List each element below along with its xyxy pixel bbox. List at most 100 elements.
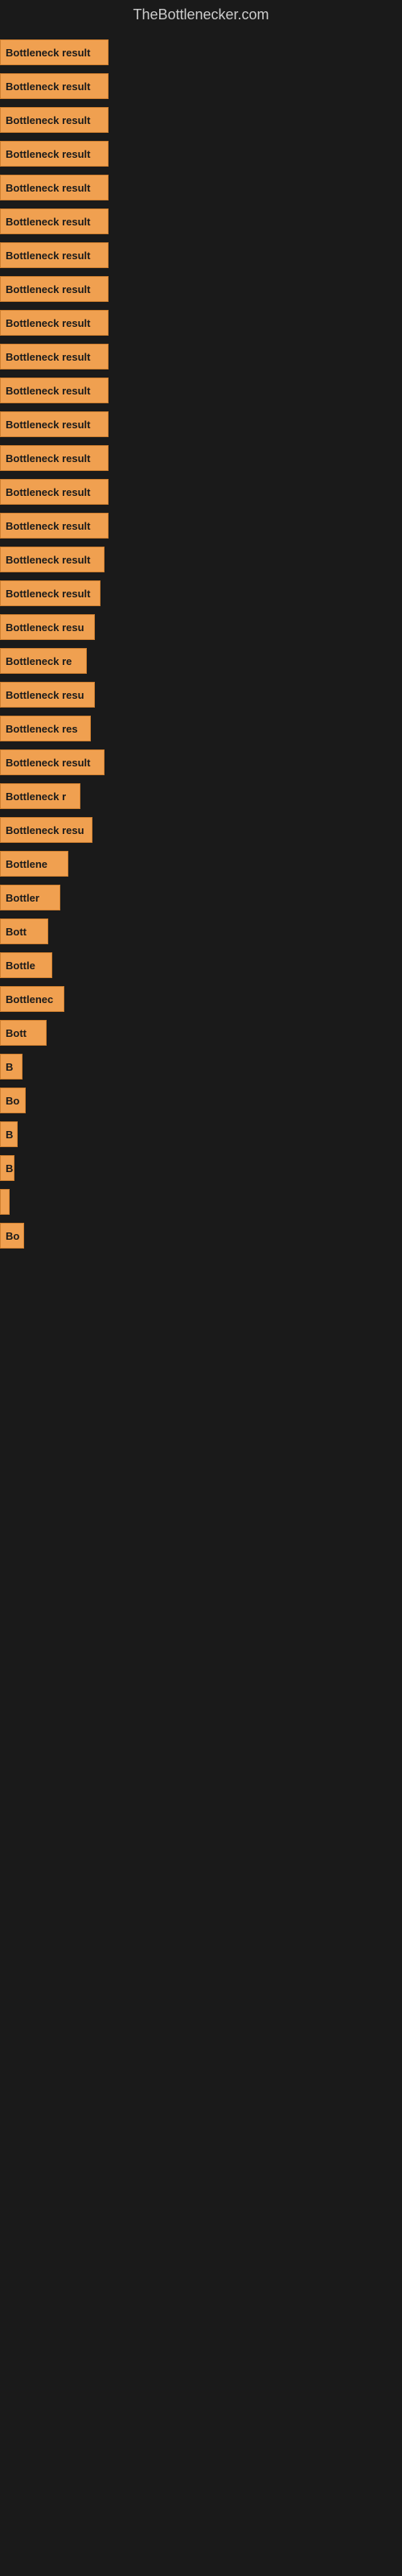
bar-item[interactable]: B	[0, 1155, 14, 1181]
bar-label: Bottleneck result	[6, 486, 90, 498]
bar-item[interactable]: Bottleneck result	[0, 141, 109, 167]
bar-item[interactable]: Bottleneck result	[0, 749, 105, 775]
bar-item[interactable]: Bottleneck result	[0, 39, 109, 65]
bar-label: Bottleneck result	[6, 351, 90, 363]
bar-label: Bottler	[6, 892, 39, 904]
bar-row: Bottler	[0, 883, 402, 912]
bar-label: Bottleneck result	[6, 47, 90, 59]
bar-item[interactable]	[0, 1189, 10, 1215]
bar-item[interactable]: Bott	[0, 1020, 47, 1046]
bar-row: Bottleneck re	[0, 646, 402, 675]
bar-row: Bo	[0, 1221, 402, 1250]
bar-label: Bottleneck resu	[6, 824, 84, 836]
bar-row: Bottleneck result	[0, 139, 402, 168]
bar-label: B	[6, 1162, 13, 1174]
site-title-text: TheBottlenecker.com	[133, 6, 269, 23]
bar-item[interactable]: Bottleneck result	[0, 175, 109, 200]
bars-container: Bottleneck result Bottleneck result Bottle…	[0, 30, 402, 1263]
bar-row: Bottlene	[0, 849, 402, 878]
bar-item[interactable]: Bottlenec	[0, 986, 64, 1012]
bar-row: Bottleneck result	[0, 748, 402, 777]
bar-row: Bottleneck result	[0, 241, 402, 270]
bar-item[interactable]: Bottleneck resu	[0, 682, 95, 708]
bar-label: B	[6, 1129, 13, 1141]
bar-row: Bottleneck result	[0, 342, 402, 371]
bar-label: Bottleneck result	[6, 114, 90, 126]
bar-row: Bottleneck r	[0, 782, 402, 811]
bar-row: Bottleneck result	[0, 579, 402, 608]
bar-item[interactable]: Bottleneck result	[0, 479, 109, 505]
bar-item[interactable]: Bottleneck result	[0, 547, 105, 572]
bar-label: Bottleneck resu	[6, 621, 84, 634]
bar-row: Bottleneck result	[0, 410, 402, 439]
bar-item[interactable]: Bottleneck result	[0, 411, 109, 437]
bar-item[interactable]: Bottleneck r	[0, 783, 80, 809]
bar-item[interactable]: Bottleneck result	[0, 580, 100, 606]
bar-item[interactable]: Bottlene	[0, 851, 68, 877]
bar-row: Bottleneck result	[0, 207, 402, 236]
bar-item[interactable]: B	[0, 1054, 23, 1080]
bar-label: Bottleneck result	[6, 554, 90, 566]
bar-item[interactable]: Bottleneck result	[0, 242, 109, 268]
bar-label: Bott	[6, 926, 27, 938]
bar-item[interactable]: Bottle	[0, 952, 52, 978]
bar-label: Bottleneck result	[6, 520, 90, 532]
bar-item[interactable]: Bottleneck resu	[0, 817, 92, 843]
bar-row: Bottleneck result	[0, 444, 402, 473]
bar-row: B	[0, 1052, 402, 1081]
bar-label: Bottleneck result	[6, 419, 90, 431]
bar-label: Bottleneck result	[6, 452, 90, 464]
bar-label: Bottleneck result	[6, 283, 90, 295]
bar-row	[0, 1187, 402, 1216]
bar-row: Bottleneck resu	[0, 613, 402, 642]
bar-item[interactable]: Bottleneck resu	[0, 614, 95, 640]
bar-item[interactable]: Bottleneck result	[0, 513, 109, 539]
bar-item[interactable]: Bottler	[0, 885, 60, 910]
bar-label: Bottleneck result	[6, 216, 90, 228]
bar-label: B	[6, 1061, 13, 1073]
bar-row: Bottle	[0, 951, 402, 980]
bar-label: Bottleneck result	[6, 148, 90, 160]
bar-label: Bottleneck result	[6, 250, 90, 262]
bar-label: Bottleneck re	[6, 655, 72, 667]
bar-row: Bottleneck resu	[0, 815, 402, 844]
bar-item[interactable]: Bottleneck res	[0, 716, 91, 741]
bar-label: Bottleneck result	[6, 757, 90, 769]
bar-item[interactable]: Bottleneck result	[0, 344, 109, 369]
bar-label: Bottleneck res	[6, 723, 78, 735]
bar-item[interactable]: Bottleneck result	[0, 107, 109, 133]
bar-label: Bottleneck result	[6, 588, 90, 600]
bar-item[interactable]: Bottleneck result	[0, 310, 109, 336]
bar-label: Bottleneck resu	[6, 689, 84, 701]
bar-item[interactable]: Bott	[0, 919, 48, 944]
bar-label: Bottlene	[6, 858, 47, 870]
bar-item[interactable]: Bottleneck result	[0, 73, 109, 99]
bar-row: Bottleneck result	[0, 105, 402, 134]
bar-item[interactable]: Bo	[0, 1088, 26, 1113]
bar-label: Bottleneck r	[6, 791, 66, 803]
bar-item[interactable]: Bottleneck result	[0, 445, 109, 471]
bar-row: Bottleneck result	[0, 38, 402, 67]
bar-row: Bottleneck result	[0, 511, 402, 540]
bar-item[interactable]: Bottleneck re	[0, 648, 87, 674]
bar-row: Bottleneck resu	[0, 680, 402, 709]
bar-row: Bottlenec	[0, 985, 402, 1013]
bar-label: Bo	[6, 1230, 19, 1242]
bar-row: Bott	[0, 917, 402, 946]
bar-label: Bottle	[6, 960, 35, 972]
bar-label: Bottleneck result	[6, 182, 90, 194]
bar-item[interactable]: Bo	[0, 1223, 24, 1249]
bar-row: B	[0, 1120, 402, 1149]
bar-label: Bott	[6, 1027, 27, 1039]
bar-row: Bo	[0, 1086, 402, 1115]
bar-label: Bottlenec	[6, 993, 53, 1005]
bar-label: Bottleneck result	[6, 385, 90, 397]
bar-row: Bottleneck res	[0, 714, 402, 743]
bar-item[interactable]: Bottleneck result	[0, 208, 109, 234]
bar-row: Bottleneck result	[0, 275, 402, 303]
bar-label: Bo	[6, 1095, 19, 1107]
bar-row: Bott	[0, 1018, 402, 1047]
bar-item[interactable]: Bottleneck result	[0, 378, 109, 403]
bar-item[interactable]: Bottleneck result	[0, 276, 109, 302]
bar-item[interactable]: B	[0, 1121, 18, 1147]
